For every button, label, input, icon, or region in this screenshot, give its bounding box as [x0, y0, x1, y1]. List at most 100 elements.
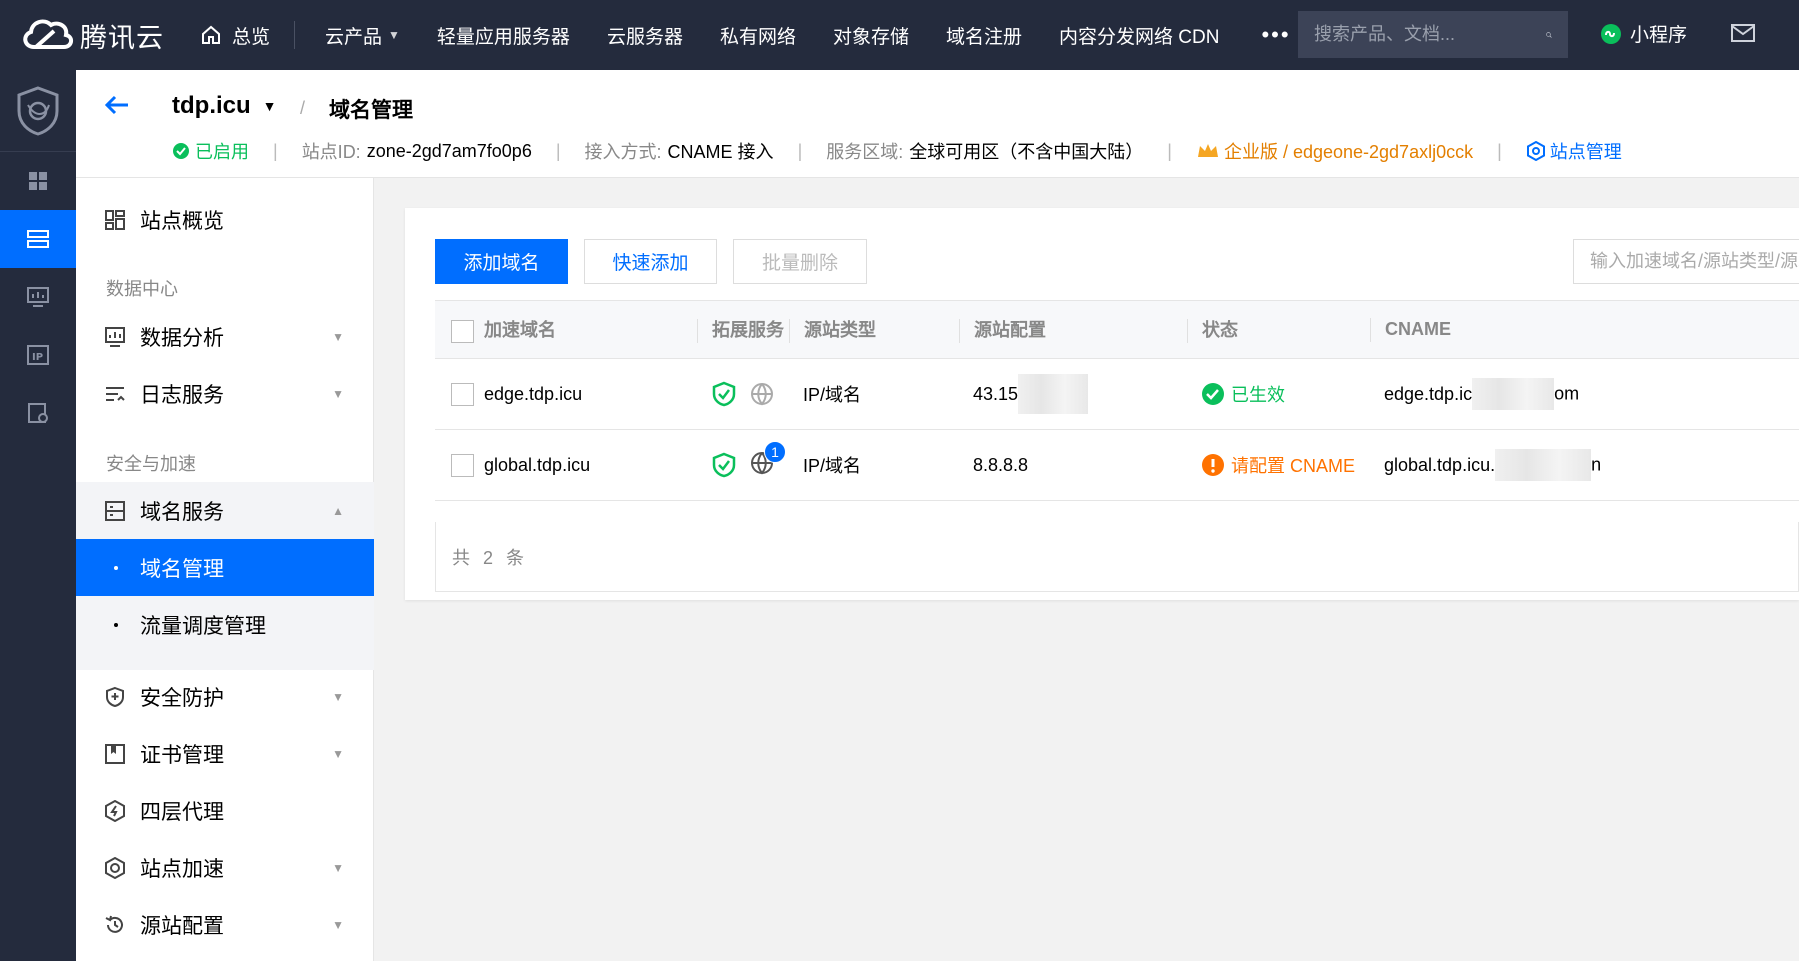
- menu-label: 四层代理: [140, 800, 224, 824]
- rail-cert[interactable]: [0, 384, 76, 442]
- table-header-row: 加速域名 拓展服务 源站类型 源站配置 状态 CNAME: [435, 300, 1799, 359]
- nav-cos[interactable]: 对象存储: [833, 22, 909, 49]
- nav-lighthouse[interactable]: 轻量应用服务器: [437, 22, 570, 49]
- menu-security[interactable]: 安全防护 ▼: [76, 668, 374, 725]
- site-id-label: 站点ID:: [301, 142, 361, 162]
- cname-suffix: om: [1554, 383, 1580, 404]
- cell-origin-type: IP/域名: [789, 429, 959, 501]
- nav-cloud-products[interactable]: 云产品 ▼: [325, 22, 400, 49]
- nav-label: 对象存储: [832, 26, 909, 48]
- nav-cvm[interactable]: 云服务器: [607, 22, 683, 49]
- crown-icon: [1197, 144, 1218, 157]
- status-text: 已生效: [1231, 385, 1285, 405]
- grid-icon: [29, 172, 47, 190]
- cname-suffix: n: [1591, 454, 1602, 475]
- menu-analytics[interactable]: 数据分析 ▼: [76, 308, 374, 365]
- mini-program-label: 小程序: [1630, 25, 1688, 46]
- quick-add-button[interactable]: 快速添加: [584, 239, 717, 284]
- table-row: global.tdp.icu 1 IP/域名 8.8.8.8 请配置 CNAME: [435, 429, 1799, 501]
- menu-acceleration[interactable]: 站点加速 ▼: [76, 839, 374, 896]
- cell-status: 已生效: [1187, 358, 1370, 430]
- nav-label: 私有网络: [719, 26, 796, 48]
- menu-group-data: 数据中心: [106, 279, 178, 299]
- menu-label: 域名服务: [140, 500, 224, 524]
- origin-text: 43.15: [973, 383, 1019, 404]
- status-badge[interactable]: 请配置 CNAME: [1201, 452, 1370, 478]
- redacted-block: [1472, 378, 1555, 410]
- mini-program-icon: [1601, 23, 1621, 44]
- row-checkbox[interactable]: [451, 382, 474, 406]
- header-status: 状态: [1187, 300, 1370, 359]
- domain-link[interactable]: edge.tdp.icu: [484, 384, 582, 404]
- search-icon[interactable]: [1546, 24, 1552, 46]
- global-search-input[interactable]: [1314, 24, 1546, 45]
- select-all-checkbox[interactable]: [451, 319, 474, 343]
- back-arrow-icon[interactable]: [104, 94, 130, 116]
- divider: |: [555, 140, 561, 161]
- shield-check-icon[interactable]: [711, 452, 737, 478]
- shield-plus-icon: [106, 686, 124, 707]
- site-manage-text: 站点管理: [1549, 142, 1622, 162]
- batch-delete-button[interactable]: 批量删除: [733, 239, 867, 284]
- menu-label: 域名管理: [140, 557, 224, 581]
- check-circle-icon: [1202, 383, 1224, 405]
- header-origin: 源站配置: [959, 300, 1187, 359]
- domain-search-input[interactable]: [1590, 251, 1799, 272]
- column-divider: [959, 319, 960, 344]
- rail-overview[interactable]: [0, 152, 76, 210]
- mini-program-link[interactable]: 小程序: [1600, 20, 1687, 47]
- access-label: 接入方式:: [584, 142, 662, 162]
- globe-icon[interactable]: [750, 382, 774, 406]
- menu-overview[interactable]: 站点概览: [76, 191, 374, 248]
- menu-cert[interactable]: 证书管理 ▼: [76, 725, 374, 782]
- menu-traffic[interactable]: 流量调度管理: [76, 596, 374, 653]
- plan-link[interactable]: 企业版 / edgeone-2gd7axlj0cck: [1196, 138, 1473, 164]
- menu-logs[interactable]: 日志服务 ▼: [76, 365, 374, 422]
- chevron-down-icon: ▼: [332, 386, 344, 401]
- mail-icon[interactable]: [1730, 22, 1756, 44]
- nav-domain-register[interactable]: 域名注册: [946, 22, 1022, 49]
- brand[interactable]: 腾讯云: [0, 13, 185, 57]
- nav-vpc[interactable]: 私有网络: [720, 22, 796, 49]
- rail-ip[interactable]: IP: [0, 326, 76, 384]
- rail-monitor[interactable]: [0, 268, 76, 326]
- globe-with-badge[interactable]: 1: [750, 440, 787, 480]
- domain-link[interactable]: global.tdp.icu: [484, 455, 590, 475]
- header-label: 源站配置: [974, 319, 1046, 340]
- rail-sites[interactable]: [0, 210, 76, 268]
- cell-cname: global.tdp.icu. n: [1370, 429, 1799, 501]
- nav-home[interactable]: 总览: [200, 21, 296, 49]
- edgeone-logo[interactable]: [0, 70, 76, 152]
- row-checkbox[interactable]: [451, 453, 474, 477]
- menu-origin[interactable]: 源站配置 ▼: [76, 896, 374, 953]
- more-icon[interactable]: •••: [1261, 22, 1290, 48]
- nav-cdn[interactable]: 内容分发网络 CDN: [1059, 22, 1219, 49]
- chevron-down-icon: ▼: [388, 28, 400, 42]
- ip-icon: IP: [27, 345, 49, 365]
- cell-domain: edge.tdp.icu: [435, 358, 697, 430]
- site-status-text: 已启用: [195, 142, 249, 162]
- nav-home-label: 总览: [232, 26, 271, 48]
- edgeone-shield-icon: [17, 85, 59, 136]
- menu-l4-proxy[interactable]: 四层代理: [76, 782, 374, 839]
- header-label: 拓展服务: [712, 319, 784, 340]
- menu-domain-service[interactable]: 域名服务 ▲: [76, 482, 374, 539]
- count-badge: 1: [764, 440, 787, 463]
- nav-label: 内容分发网络 CDN: [1059, 26, 1220, 48]
- site-manage-link[interactable]: 站点管理: [1526, 138, 1622, 164]
- shield-check-icon[interactable]: [711, 381, 737, 407]
- chevron-down-icon: ▼: [332, 917, 344, 932]
- menu-domain-manage[interactable]: 域名管理: [76, 539, 374, 596]
- site-selector[interactable]: tdp.icu ▼: [172, 92, 277, 120]
- add-domain-button[interactable]: 添加域名: [435, 239, 568, 284]
- table-row: edge.tdp.icu IP/域名 43.15 已生效 edge.tdp.ic…: [435, 358, 1799, 430]
- origin-type-text: IP/域名: [803, 456, 862, 476]
- cell-status: 请配置 CNAME: [1187, 429, 1370, 501]
- gear-icon: [105, 856, 125, 879]
- chevron-down-icon: ▼: [332, 689, 344, 704]
- menu-label: 站点加速: [140, 857, 224, 881]
- status-badge: 已生效: [1201, 381, 1370, 407]
- chevron-down-icon: ▼: [262, 98, 277, 114]
- column-divider: [1370, 317, 1371, 342]
- breadcrumb-separator: /: [300, 98, 306, 118]
